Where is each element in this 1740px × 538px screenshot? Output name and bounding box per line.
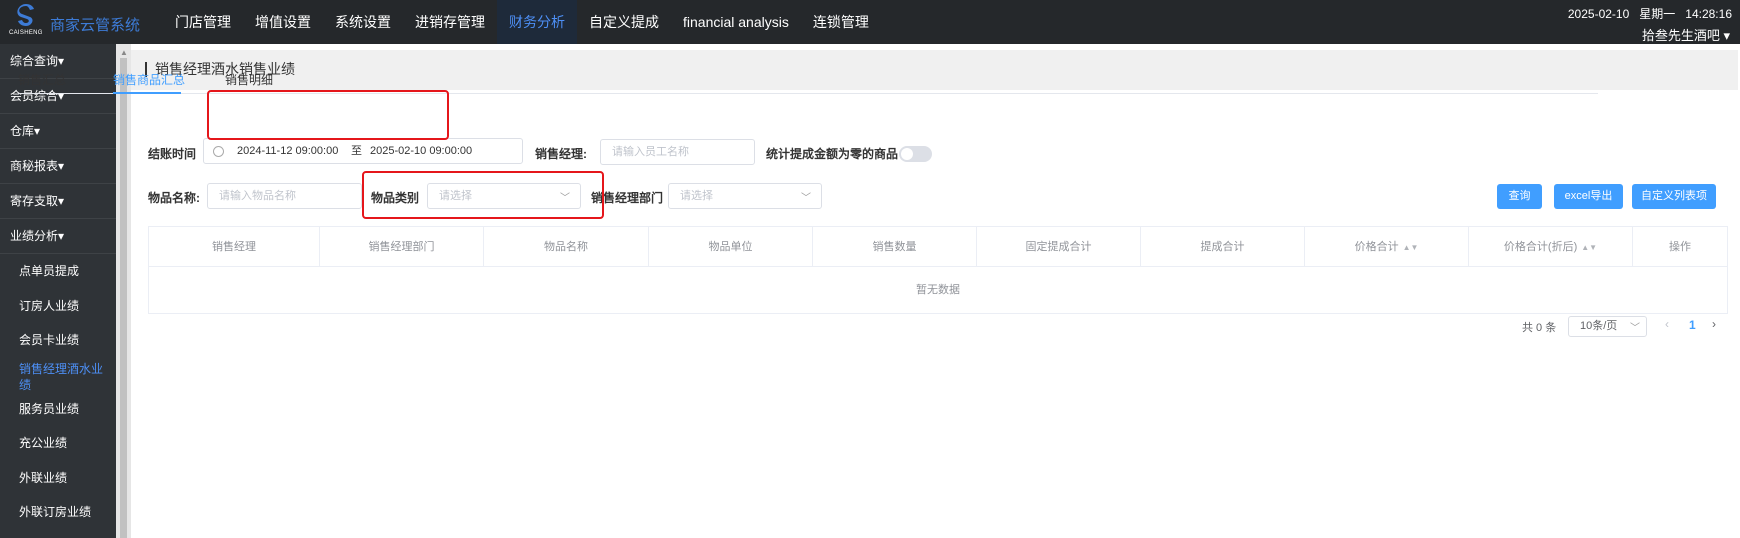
nav-inventory-management[interactable]: 进销存管理 bbox=[403, 0, 497, 44]
weekday-text: 星期一 bbox=[1639, 7, 1676, 21]
manager-search-input[interactable]: 请输入员工名称 bbox=[600, 139, 755, 165]
caisheng-logo-icon bbox=[17, 4, 34, 26]
page-number-current[interactable]: 1 bbox=[1689, 318, 1696, 332]
tab-sales-goods-summary[interactable]: 销售商品汇总 bbox=[113, 71, 185, 88]
scroll-up-icon[interactable]: ▲ bbox=[120, 48, 128, 57]
clock-icon bbox=[213, 146, 224, 157]
column-header-manager: 销售经理 bbox=[149, 227, 320, 267]
sort-icon[interactable]: ▲▼ bbox=[1581, 243, 1597, 252]
table-header: 销售经理 销售经理部门 物品名称 物品单位 销售数量 固定提成合计 提成合计 价… bbox=[149, 227, 1727, 267]
column-header-commission-total: 提成合计 bbox=[1141, 227, 1305, 267]
sort-icon[interactable]: ▲▼ bbox=[1403, 243, 1419, 252]
nav-custom-commission[interactable]: 自定义提成 bbox=[577, 0, 671, 44]
sidebar-item-manager-drinks-performance[interactable]: 销售经理酒水业绩 bbox=[0, 358, 110, 392]
item-name-label: 物品名称: bbox=[148, 191, 200, 205]
sidebar-item-order-commission[interactable]: 点单员提成 bbox=[0, 254, 116, 289]
date-end-value[interactable]: 2025-02-10 09:00:00 bbox=[370, 139, 472, 163]
nav-store-management[interactable]: 门店管理 bbox=[163, 0, 243, 44]
checkout-date-range-picker[interactable]: 2024-11-12 09:00:00 至 2025-02-10 09:00:0… bbox=[203, 138, 523, 164]
sidebar-group-reports[interactable]: 商秘报表▾ bbox=[0, 149, 116, 184]
sidebar: 综合查询▾ 会员综合▾ 仓库▾ 商秘报表▾ 寄存支取▾ 业绩分析▾ 点单员提成 … bbox=[0, 44, 116, 538]
page-size-select[interactable]: 10条/页 ﹀ bbox=[1568, 316, 1647, 337]
sidebar-group-storage[interactable]: 寄存支取▾ bbox=[0, 184, 116, 219]
sidebar-item-waiter-performance[interactable]: 服务员业绩 bbox=[0, 392, 116, 427]
tab-sales-summary[interactable]: 销售汇总 bbox=[18, 71, 66, 88]
manager-dept-select[interactable]: 请选择 ﹀ bbox=[668, 183, 822, 209]
item-name-input[interactable]: 请输入物品名称 bbox=[207, 183, 362, 209]
sidebar-item-public-performance[interactable]: 充公业绩 bbox=[0, 426, 116, 461]
nav-system-settings[interactable]: 系统设置 bbox=[323, 0, 403, 44]
nav-financial-analysis[interactable]: 财务分析 bbox=[497, 0, 577, 44]
nav-chain-management[interactable]: 连锁管理 bbox=[801, 0, 881, 44]
column-header-price-total-discounted[interactable]: 价格合计(折后) ▲▼ bbox=[1469, 227, 1633, 267]
price-total-label: 价格合计 bbox=[1354, 241, 1399, 253]
manager-dept-placeholder: 请选择 bbox=[680, 190, 713, 202]
date-range-separator: 至 bbox=[351, 145, 362, 157]
highlight-box-category bbox=[362, 171, 604, 219]
empty-state-text: 暂无数据 bbox=[916, 284, 960, 296]
sales-table: 销售经理 销售经理部门 物品名称 物品单位 销售数量 固定提成合计 提成合计 价… bbox=[148, 226, 1728, 314]
user-menu[interactable]: 拾叁先生酒吧 ▾ bbox=[1642, 25, 1730, 44]
time-text: 14:28:16 bbox=[1685, 7, 1732, 21]
logo-text: CAISHENG bbox=[9, 30, 43, 36]
tab-sales-detail[interactable]: 销售明细 bbox=[225, 71, 273, 88]
manager-label: 销售经理: bbox=[535, 147, 587, 161]
custom-columns-button[interactable]: 自定义列表项 bbox=[1632, 184, 1716, 209]
query-button[interactable]: 查询 bbox=[1497, 184, 1542, 209]
column-header-item-unit: 物品单位 bbox=[649, 227, 813, 267]
zero-commission-label: 统计提成金额为零的商品 bbox=[766, 147, 899, 161]
column-header-manager-dept: 销售经理部门 bbox=[320, 227, 484, 267]
active-tab-indicator bbox=[113, 92, 181, 94]
nav-financial-analysis-en[interactable]: financial analysis bbox=[671, 0, 801, 44]
toggle-knob bbox=[901, 148, 913, 160]
column-header-sales-qty: 销售数量 bbox=[813, 227, 977, 267]
sidebar-item-outreach-booking-performance[interactable]: 外联订房业绩 bbox=[0, 495, 116, 530]
highlight-box-tabs bbox=[207, 90, 449, 140]
column-header-item-name: 物品名称 bbox=[484, 227, 649, 267]
checkout-time-label: 结账时间 bbox=[148, 147, 197, 161]
sidebar-item-member-card-performance[interactable]: 会员卡业绩 bbox=[0, 323, 116, 358]
column-header-actions: 操作 bbox=[1669, 241, 1691, 253]
sidebar-group-warehouse[interactable]: 仓库▾ bbox=[0, 114, 116, 149]
zero-commission-toggle[interactable] bbox=[899, 146, 932, 162]
nav-value-added-settings[interactable]: 增值设置 bbox=[243, 0, 323, 44]
column-header-fixed-commission-total: 固定提成合计 bbox=[977, 227, 1141, 267]
chevron-down-icon: ﹀ bbox=[801, 193, 811, 204]
prev-page-icon[interactable]: ‹ bbox=[1665, 317, 1669, 331]
column-header-price-total[interactable]: 价格合计 ▲▼ bbox=[1305, 227, 1469, 267]
main-nav: 门店管理 增值设置 系统设置 进销存管理 财务分析 自定义提成 financia… bbox=[163, 0, 881, 44]
sidebar-item-booker-performance[interactable]: 订房人业绩 bbox=[0, 289, 116, 324]
sidebar-item-outreach-performance[interactable]: 外联业绩 bbox=[0, 461, 116, 496]
top-bar: CAISHENG 商家云管系统 门店管理 增值设置 系统设置 进销存管理 财务分… bbox=[0, 0, 1740, 44]
excel-export-button[interactable]: excel导出 bbox=[1554, 184, 1623, 209]
page-size-value: 10条/页 bbox=[1580, 320, 1618, 332]
datetime-display: 2025-02-10 星期一 14:28:16 bbox=[1558, 5, 1732, 22]
pagination-total: 共 0 条 bbox=[1522, 322, 1557, 334]
next-page-icon[interactable]: › bbox=[1712, 317, 1716, 331]
date-text: 2025-02-10 bbox=[1567, 7, 1630, 21]
date-start-value[interactable]: 2024-11-12 09:00:00 bbox=[237, 139, 338, 163]
app-logo[interactable]: CAISHENG bbox=[8, 2, 44, 42]
scrollbar-thumb[interactable] bbox=[120, 58, 127, 538]
chevron-down-icon: ﹀ bbox=[1630, 323, 1640, 334]
app-name: 商家云管系统 bbox=[50, 17, 141, 34]
price-discounted-label: 价格合计(折后) bbox=[1503, 241, 1578, 253]
sidebar-group-performance[interactable]: 业绩分析▾ bbox=[0, 219, 116, 254]
